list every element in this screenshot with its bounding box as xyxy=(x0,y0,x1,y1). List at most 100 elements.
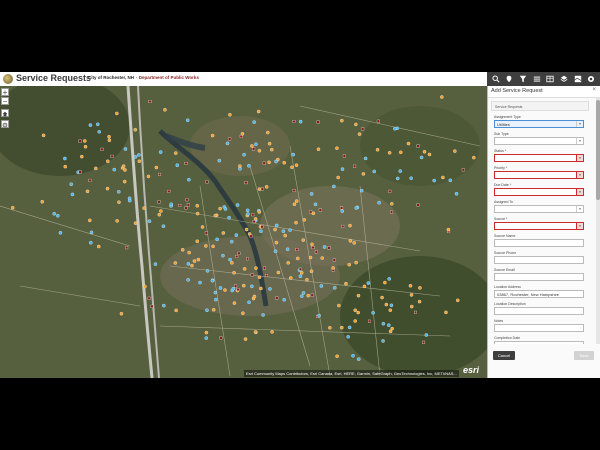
service-request-point[interactable] xyxy=(416,203,420,207)
service-request-point[interactable] xyxy=(274,240,279,245)
service-request-point[interactable] xyxy=(387,151,392,155)
service-request-point[interactable] xyxy=(63,156,67,161)
service-request-point[interactable] xyxy=(399,150,403,155)
service-request-point[interactable] xyxy=(292,189,296,192)
service-request-point[interactable] xyxy=(97,244,101,249)
service-request-point[interactable] xyxy=(252,120,256,124)
service-request-point[interactable] xyxy=(70,192,75,197)
service-request-point[interactable] xyxy=(357,132,362,136)
service-request-point[interactable] xyxy=(210,278,215,283)
service-request-point[interactable] xyxy=(359,188,364,193)
service-request-point[interactable] xyxy=(158,150,163,154)
service-request-point[interactable] xyxy=(414,310,417,314)
service-request-point[interactable] xyxy=(247,300,251,305)
service-request-point[interactable] xyxy=(210,133,215,138)
service-request-point[interactable] xyxy=(275,296,279,300)
service-request-point[interactable] xyxy=(288,228,292,232)
service-request-point[interactable] xyxy=(276,270,281,275)
service-request-point[interactable] xyxy=(300,294,304,298)
service-request-point[interactable] xyxy=(175,163,180,167)
service-request-point[interactable] xyxy=(289,276,293,280)
service-request-point[interactable] xyxy=(58,231,63,235)
save-button[interactable]: Save xyxy=(574,351,594,360)
service-request-point[interactable] xyxy=(157,200,161,204)
field-input[interactable] xyxy=(494,307,584,315)
field-input[interactable]: 03867, Rochester, New Hampshire xyxy=(494,290,584,298)
field-select[interactable]: ▾ xyxy=(494,171,584,179)
service-request-point[interactable] xyxy=(444,310,448,315)
service-request-point[interactable] xyxy=(122,179,127,184)
service-request-point[interactable] xyxy=(256,109,261,114)
service-request-point[interactable] xyxy=(190,263,194,268)
service-request-point[interactable] xyxy=(162,303,166,308)
service-request-point[interactable] xyxy=(260,187,264,191)
service-request-point[interactable] xyxy=(154,165,159,170)
service-request-point[interactable] xyxy=(257,210,262,214)
service-request-point[interactable] xyxy=(225,141,230,146)
service-request-point[interactable] xyxy=(239,135,243,138)
service-request-point[interactable] xyxy=(89,230,94,235)
service-request-point[interactable] xyxy=(223,207,228,211)
service-request-point[interactable] xyxy=(236,288,240,291)
service-request-point[interactable] xyxy=(368,319,371,323)
service-request-point[interactable] xyxy=(249,234,253,238)
service-request-point[interactable] xyxy=(254,266,258,270)
service-request-point[interactable] xyxy=(106,159,110,164)
service-request-point[interactable] xyxy=(163,108,167,112)
chevron-down-icon[interactable]: ▾ xyxy=(576,138,583,144)
field-select[interactable]: ▾ xyxy=(494,205,584,213)
service-request-point[interactable] xyxy=(273,227,277,232)
service-request-point[interactable] xyxy=(424,333,429,337)
service-request-point[interactable] xyxy=(274,223,279,228)
service-request-point[interactable] xyxy=(234,284,238,288)
service-request-point[interactable] xyxy=(283,233,287,238)
service-request-point[interactable] xyxy=(306,293,310,298)
service-request-point[interactable] xyxy=(347,262,352,267)
service-request-point[interactable] xyxy=(340,167,345,171)
service-request-point[interactable] xyxy=(41,133,46,138)
service-request-point[interactable] xyxy=(416,144,420,148)
service-request-point[interactable] xyxy=(353,319,357,323)
service-request-point[interactable] xyxy=(410,304,414,309)
service-request-point[interactable] xyxy=(83,144,88,149)
service-request-point[interactable] xyxy=(316,120,320,124)
field-select[interactable]: ▾ xyxy=(494,137,584,145)
scroll-thumb[interactable] xyxy=(596,100,600,200)
service-request-point[interactable] xyxy=(340,118,344,123)
service-request-point[interactable] xyxy=(185,198,189,202)
service-request-point[interactable] xyxy=(298,274,303,278)
service-request-point[interactable] xyxy=(150,304,154,308)
service-request-point[interactable] xyxy=(446,227,451,232)
service-request-point[interactable] xyxy=(453,149,457,153)
service-request-point[interactable] xyxy=(184,206,188,210)
service-request-point[interactable] xyxy=(251,213,255,217)
service-request-point[interactable] xyxy=(257,187,262,191)
service-request-point[interactable] xyxy=(356,293,361,298)
service-request-point[interactable] xyxy=(213,290,218,295)
service-request-point[interactable] xyxy=(88,123,93,127)
service-request-point[interactable] xyxy=(186,203,190,207)
service-request-point[interactable] xyxy=(123,168,127,172)
service-request-point[interactable] xyxy=(205,269,210,273)
field-input[interactable] xyxy=(494,256,584,264)
service-request-point[interactable] xyxy=(418,286,422,290)
service-request-point[interactable] xyxy=(252,294,257,299)
basemap-button[interactable] xyxy=(573,75,582,84)
service-request-point[interactable] xyxy=(302,218,307,222)
service-request-point[interactable] xyxy=(173,151,178,155)
map-view[interactable]: + − Esri Community Maps Contributors, Es… xyxy=(0,86,487,378)
service-request-point[interactable] xyxy=(264,185,269,189)
service-request-point[interactable] xyxy=(309,269,314,274)
service-request-point[interactable] xyxy=(348,223,352,228)
list-button[interactable] xyxy=(532,75,541,84)
service-request-point[interactable] xyxy=(281,229,286,233)
service-request-point[interactable] xyxy=(119,311,124,316)
service-request-point[interactable] xyxy=(310,242,314,247)
service-request-point[interactable] xyxy=(200,225,205,229)
field-input[interactable] xyxy=(494,273,584,281)
service-request-point[interactable] xyxy=(305,278,309,282)
service-request-point[interactable] xyxy=(448,178,453,183)
service-request-point[interactable] xyxy=(327,246,331,250)
field-input[interactable] xyxy=(494,324,584,332)
chevron-down-icon[interactable]: ▾ xyxy=(576,121,583,127)
